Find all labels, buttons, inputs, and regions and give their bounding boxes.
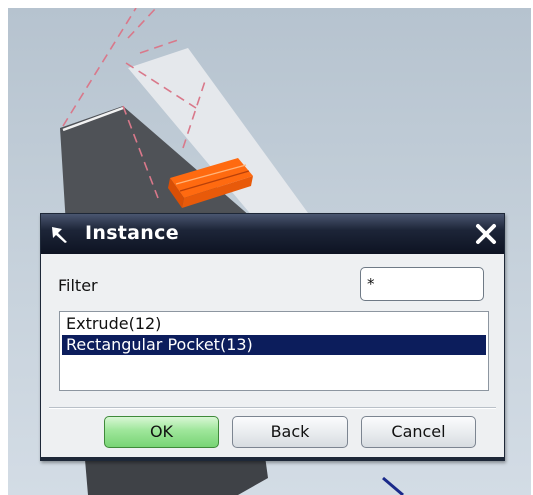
list-item-rectangular-pocket[interactable]: Rectangular Pocket(13) xyxy=(62,335,486,355)
instance-dialog: Instance Filter Extrude(12) Rectangular … xyxy=(40,213,505,461)
pin-icon[interactable] xyxy=(49,224,71,246)
cancel-button[interactable]: Cancel xyxy=(361,416,476,448)
feature-list[interactable]: Extrude(12) Rectangular Pocket(13) xyxy=(59,311,489,391)
dialog-bottom-bar xyxy=(41,457,504,460)
ok-button[interactable]: OK xyxy=(104,416,219,448)
filter-label: Filter xyxy=(58,276,98,295)
back-button[interactable]: Back xyxy=(232,416,348,448)
filter-input[interactable] xyxy=(360,267,484,301)
close-icon[interactable] xyxy=(474,222,498,246)
edge-line-blue xyxy=(382,476,404,495)
list-item-extrude[interactable]: Extrude(12) xyxy=(62,314,486,334)
dialog-title: Instance xyxy=(85,222,179,244)
dialog-title-bar[interactable]: Instance xyxy=(41,214,504,254)
button-separator xyxy=(49,407,496,409)
